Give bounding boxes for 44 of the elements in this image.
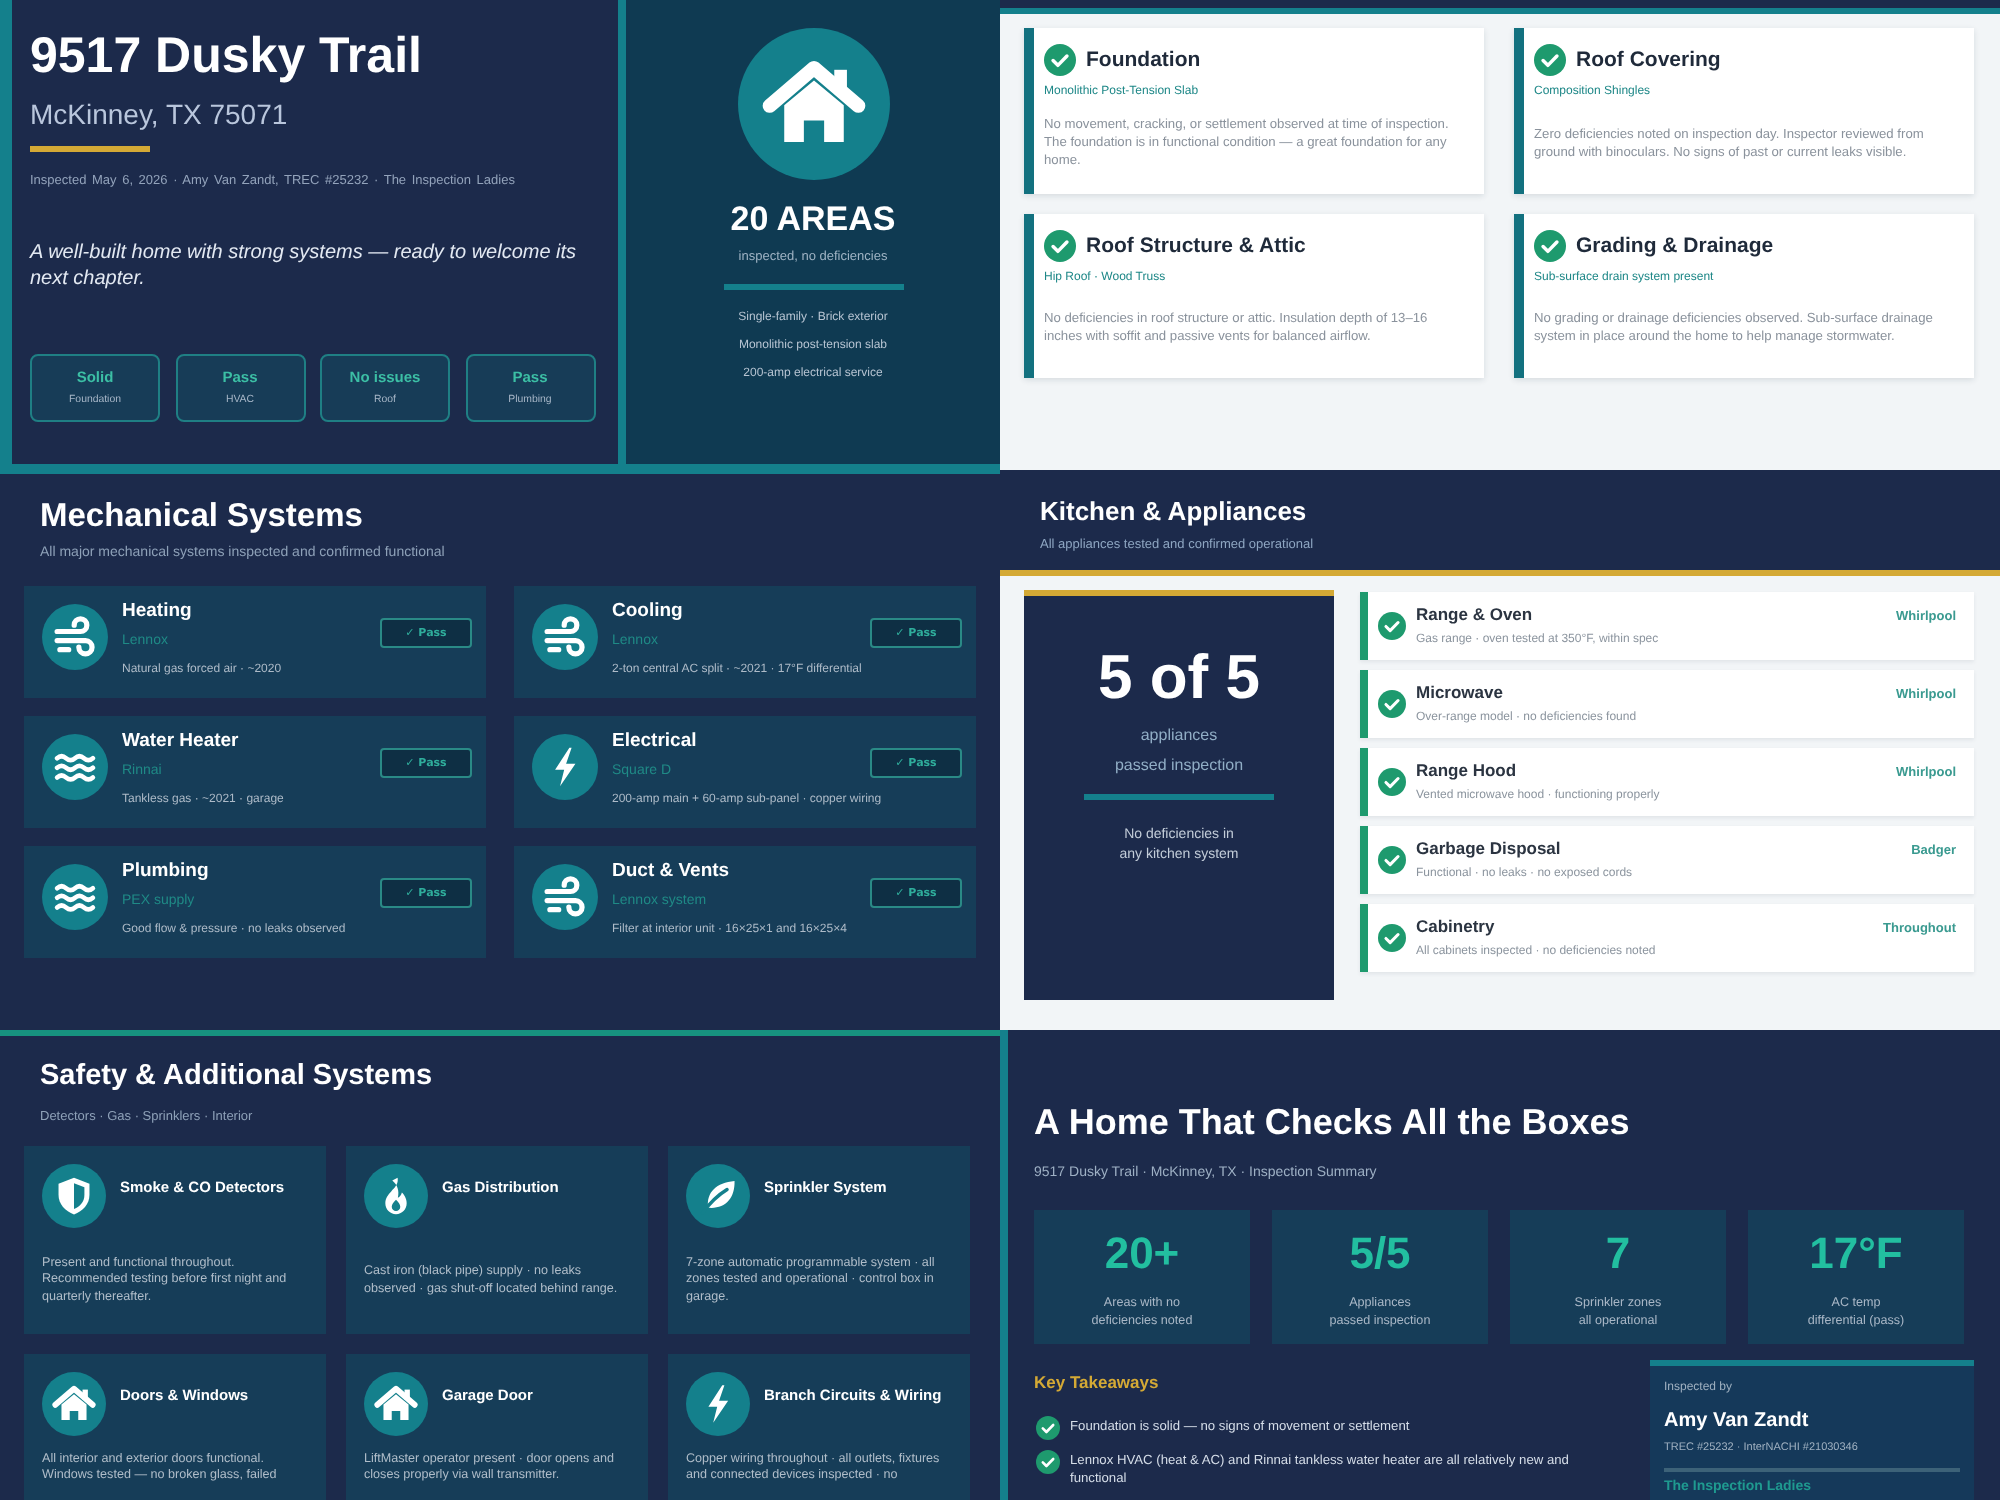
card-title: Foundation (1086, 47, 1201, 73)
card-title: Roof Covering (1576, 47, 1721, 73)
appliance-name: Range & Oven (1416, 603, 1533, 625)
appliance-name: Cabinetry (1416, 915, 1495, 937)
system-name: Heating (122, 600, 192, 624)
flame-icon (364, 1164, 428, 1228)
leaf-icon (686, 1164, 750, 1228)
lightning-bolt-icon (686, 1372, 750, 1436)
section-title: Mechanical Systems (40, 496, 363, 536)
section-title: Kitchen & Appliances (1040, 496, 1307, 528)
waves-icon (42, 864, 108, 930)
wind-icon (42, 604, 108, 670)
house-icon (364, 1372, 428, 1436)
system-name: Duct & Vents (612, 860, 730, 884)
appliance-name: Microwave (1416, 681, 1503, 703)
card-title: Grading & Drainage (1576, 233, 1774, 259)
card-title: Roof Structure & Attic (1086, 233, 1306, 259)
areas-headline: 20 AREAS (730, 200, 896, 240)
inspector-name: Amy Van Zandt (1664, 1407, 1809, 1433)
section-title: Safety & Additional Systems (40, 1058, 433, 1094)
waves-icon (42, 734, 108, 800)
stat-value: 5/5 (1349, 1228, 1411, 1280)
stat-value: 7 (1605, 1228, 1631, 1280)
appliance-name: Range Hood (1416, 759, 1517, 781)
count-caption: appliances passed inspection (1114, 723, 1244, 778)
property-address: 9517 Dusky Trail (30, 26, 422, 86)
appliance-count: 5 of 5 (1098, 644, 1260, 712)
house-icon (42, 1372, 106, 1436)
stat-value: 20+ (1104, 1228, 1180, 1280)
lightning-bolt-icon (532, 734, 598, 800)
stat-value: 17°F (1809, 1228, 1903, 1280)
system-name: Water Heater (122, 730, 239, 754)
system-name: Cooling (612, 600, 683, 624)
system-name: Plumbing (122, 860, 209, 884)
section-title: A Home That Checks All the Boxes (1034, 1100, 1630, 1144)
appliance-name: Garbage Disposal (1416, 837, 1561, 859)
wind-icon (532, 864, 598, 930)
house-icon (737, 28, 889, 180)
system-name: Electrical (612, 730, 697, 754)
wind-icon (532, 604, 598, 670)
property-location: McKinney, TX 75071 (30, 96, 288, 132)
tagline: A well-built home with strong systems — ready to welcome its next chapter. (30, 240, 579, 292)
shield-icon (42, 1164, 106, 1228)
takeaways-heading: Key Takeaways (1034, 1371, 1159, 1393)
